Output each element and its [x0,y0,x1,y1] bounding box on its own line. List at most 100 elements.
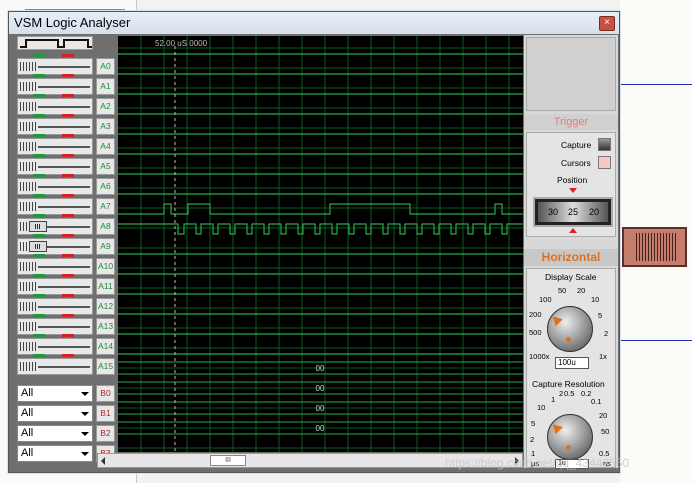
horizontal-title: Horizontal [524,249,618,266]
scale-label: 0.2 [581,389,592,398]
channel-label-a2: A2 [96,98,115,115]
channel-slider-a8[interactable] [17,218,93,235]
channel-slider-a6[interactable] [17,178,93,195]
capture-resolution-knob[interactable] [547,414,593,460]
channel-label-a12: A12 [96,298,115,315]
channel-labels: A0 A1 A2 A3 A4 A5 A6 A7 A8 A9 A10 A11 A12 A13 A14 A15 B0… [95,35,117,462]
channel-label-b0: B0 [96,385,115,402]
channel-label-a13: A13 [96,318,115,335]
channel-slider-a10[interactable] [17,258,93,275]
cursors-label: Cursors [561,158,591,168]
channel-label-b1: B1 [96,405,115,422]
channel-slider-a4[interactable] [17,138,93,155]
channel-indicator [17,334,93,337]
position-label: Position [557,175,588,185]
scale-label: 2 [559,389,564,398]
cursors-button[interactable] [598,156,611,169]
bus-select-value: All [21,387,34,399]
channel-label-a1: A1 [96,78,115,95]
chevron-down-icon [81,452,89,456]
channel-indicator [17,274,93,277]
scale-label: 5 [598,311,603,320]
scale-label: 1000x [529,352,550,361]
position-dial[interactable]: 30 25 20 [533,197,613,227]
cursor-time: 52.00 uS 0000 [155,39,208,48]
channel-slider-a15[interactable] [17,358,93,375]
channel-indicator [17,354,93,357]
channel-label-a0: A0 [96,58,115,75]
channel-label-a8: A8 [96,218,115,235]
channel-indicator [17,94,93,97]
bus-value: 00 [316,384,325,393]
scroll-thumb[interactable]: III [210,455,246,466]
scale-label: 50 [558,286,567,295]
scale-label: 20 [577,286,586,295]
channel-indicator [17,234,93,237]
channel-indicator [17,294,93,297]
trigger-section: Capture Cursors Position 30 25 20 [526,132,616,237]
channel-label-a5: A5 [96,158,115,175]
bus-select-value: All [21,407,34,419]
position-scale-label: 25 [568,207,579,217]
channel-slider-a11[interactable] [17,278,93,295]
channel-label-a9: A9 [96,238,115,255]
bus-select-b1[interactable]: All [17,405,93,422]
channel-label-a3: A3 [96,118,115,135]
scale-label: 500 [529,328,542,337]
logic-analyser-window: VSM Logic Analyser × All All All All A0 A… [8,11,620,473]
channel-indicator [17,114,93,117]
display-scale-label: Display Scale [545,272,597,282]
bus-select-b0[interactable]: All [17,385,93,402]
channel-slider-a14[interactable] [17,338,93,355]
channel-slider-a12[interactable] [17,298,93,315]
scroll-left-icon[interactable] [101,457,105,465]
channel-slider-a1[interactable] [17,78,93,95]
channel-trace-a8 [118,203,523,215]
scale-label: 20 [599,411,608,420]
channel-slider-a0[interactable] [17,58,93,75]
channel-label-a15: A15 [96,358,115,375]
horizontal-section: Display Scale 50 20 10 5 2 1x 1000x 500 … [526,268,616,469]
display-scale-knob[interactable] [547,306,593,352]
channel-label-a4: A4 [96,138,115,155]
bus-select-value: All [21,447,34,459]
channel-label-a7: A7 [96,198,115,215]
capture-button[interactable] [598,138,611,151]
window-title: VSM Logic Analyser [14,15,131,30]
chevron-down-icon [81,412,89,416]
channel-indicator [17,74,93,77]
bus-select-value: All [21,427,34,439]
title-bar[interactable]: VSM Logic Analyser × [9,12,619,34]
bus-value: 00 [316,404,325,413]
channel-slider-a2[interactable] [17,98,93,115]
channel-slider-a7[interactable] [17,198,93,215]
channel-label-a11: A11 [96,278,115,295]
capture-label: Capture [561,140,592,150]
schematic-component[interactable] [622,227,687,267]
bus-select-b3[interactable]: All [17,445,93,462]
channel-indicator [17,214,93,217]
position-scale-label: 20 [589,207,600,217]
channel-slider-a3[interactable] [17,118,93,135]
chevron-down-icon [81,392,89,396]
channel-indicator [17,314,93,317]
scale-label: 10 [537,403,546,412]
position-marker-icon [569,228,577,233]
scale-label: 50 [601,427,610,436]
channel-slider-a13[interactable] [17,318,93,335]
scale-label: 2 [604,329,609,338]
position-marker-icon [569,188,577,193]
chevron-down-icon [81,432,89,436]
scale-label: 200 [529,310,542,319]
channel-slider-a9[interactable] [17,238,93,255]
pulse-icon [17,36,93,50]
channel-slider-a5[interactable] [17,158,93,175]
position-scale-label: 30 [548,207,559,217]
channel-indicator [17,134,93,137]
waveform-display[interactable]: 00 00 00 00 52.00 uS 0000 [118,36,523,452]
channel-label-b2: B2 [96,425,115,442]
bus-value: 00 [316,424,325,433]
channel-indicator [17,54,93,57]
bus-select-b2[interactable]: All [17,425,93,442]
close-button[interactable]: × [599,16,615,31]
